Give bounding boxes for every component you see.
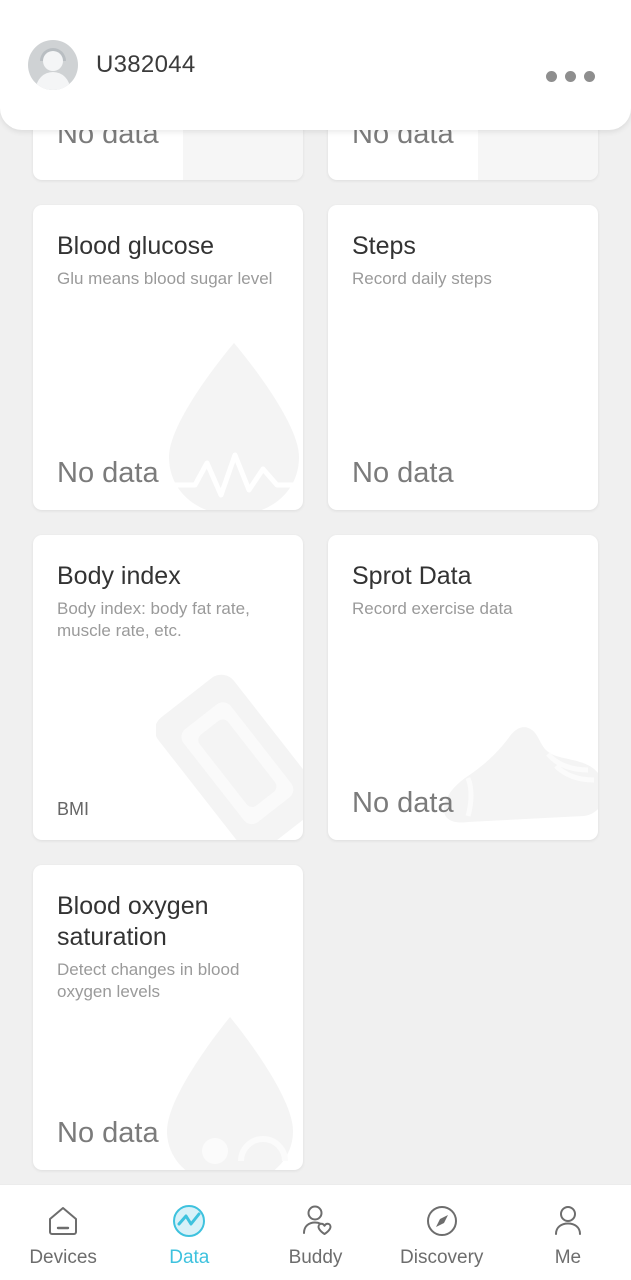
nav-label-discovery: Discovery: [400, 1247, 484, 1268]
nav-item-data[interactable]: Data: [126, 1185, 252, 1280]
card-value: No data: [352, 787, 454, 819]
card-value: No data: [57, 1117, 159, 1149]
card-subtitle: Record exercise data: [352, 599, 513, 618]
health-card-steps[interactable]: Steps Record daily steps No data: [328, 205, 598, 510]
home-icon: [49, 1207, 78, 1235]
health-card-sprot-data[interactable]: Sprot Data Record exercise data No data: [328, 535, 598, 840]
compass-icon: [426, 1206, 457, 1236]
card-subtitle: Body index: body fat rate, muscle rate, …: [57, 599, 250, 641]
nav-item-devices[interactable]: Devices: [0, 1185, 126, 1280]
card-value: No data: [352, 457, 454, 489]
card-title: Blood glucose: [57, 232, 215, 260]
dot-2: [565, 70, 576, 82]
nav-label-data: Data: [169, 1247, 210, 1268]
nav-item-me[interactable]: Me: [505, 1185, 631, 1280]
card-value: No data: [57, 457, 159, 489]
health-card-body-index[interactable]: Body index Body index: body fat rate, mu…: [33, 535, 303, 840]
card-title: Body index: [57, 562, 181, 590]
person-icon: [554, 1206, 581, 1235]
dot-1: [546, 70, 557, 82]
card-title: Steps: [352, 232, 416, 260]
card-subtitle: Record daily steps: [352, 269, 492, 288]
user-avatar-icon[interactable]: [28, 40, 78, 90]
nav-label-me: Me: [554, 1247, 582, 1268]
card-row-2: Body index Body index: body fat rate, mu…: [33, 535, 598, 840]
empty-grid-slot: [328, 865, 598, 1170]
health-card-blood-glucose[interactable]: Blood glucose Glu means blood sugar leve…: [33, 205, 303, 510]
nav-item-buddy[interactable]: Buddy: [252, 1185, 378, 1280]
health-card-grid: No data No data Blood glucose Glu means …: [0, 0, 631, 1195]
dot-3: [584, 70, 595, 82]
nav-item-discovery[interactable]: Discovery: [379, 1185, 505, 1280]
card-row-3: Blood oxygen saturation Detect changes i…: [33, 865, 598, 1170]
bottom-navigation: Devices Data Buddy Discovery Me: [0, 1184, 631, 1280]
card-title: Blood oxygen saturation: [57, 892, 209, 951]
card-subtitle: Glu means blood sugar level: [57, 269, 273, 288]
card-title: Sprot Data: [352, 562, 472, 590]
avatar-head: [43, 51, 63, 71]
username-label: U382044: [96, 51, 196, 78]
person-heart-icon: [302, 1205, 331, 1235]
card-value: BMI: [57, 799, 90, 819]
card-subtitle: Detect changes in blood oxygen levels: [57, 960, 240, 1002]
nav-label-buddy: Buddy: [288, 1247, 343, 1268]
app-screen: No data No data Blood glucose Glu means …: [0, 0, 631, 1280]
profile-header: U382044: [0, 0, 631, 130]
nav-label-devices: Devices: [29, 1247, 97, 1268]
pulse-icon: [173, 1205, 206, 1237]
health-card-blood-oxygen[interactable]: Blood oxygen saturation Detect changes i…: [33, 865, 303, 1170]
more-options-icon[interactable]: [540, 59, 601, 94]
card-row-1: Blood glucose Glu means blood sugar leve…: [33, 205, 598, 510]
avatar-body: [36, 72, 70, 90]
